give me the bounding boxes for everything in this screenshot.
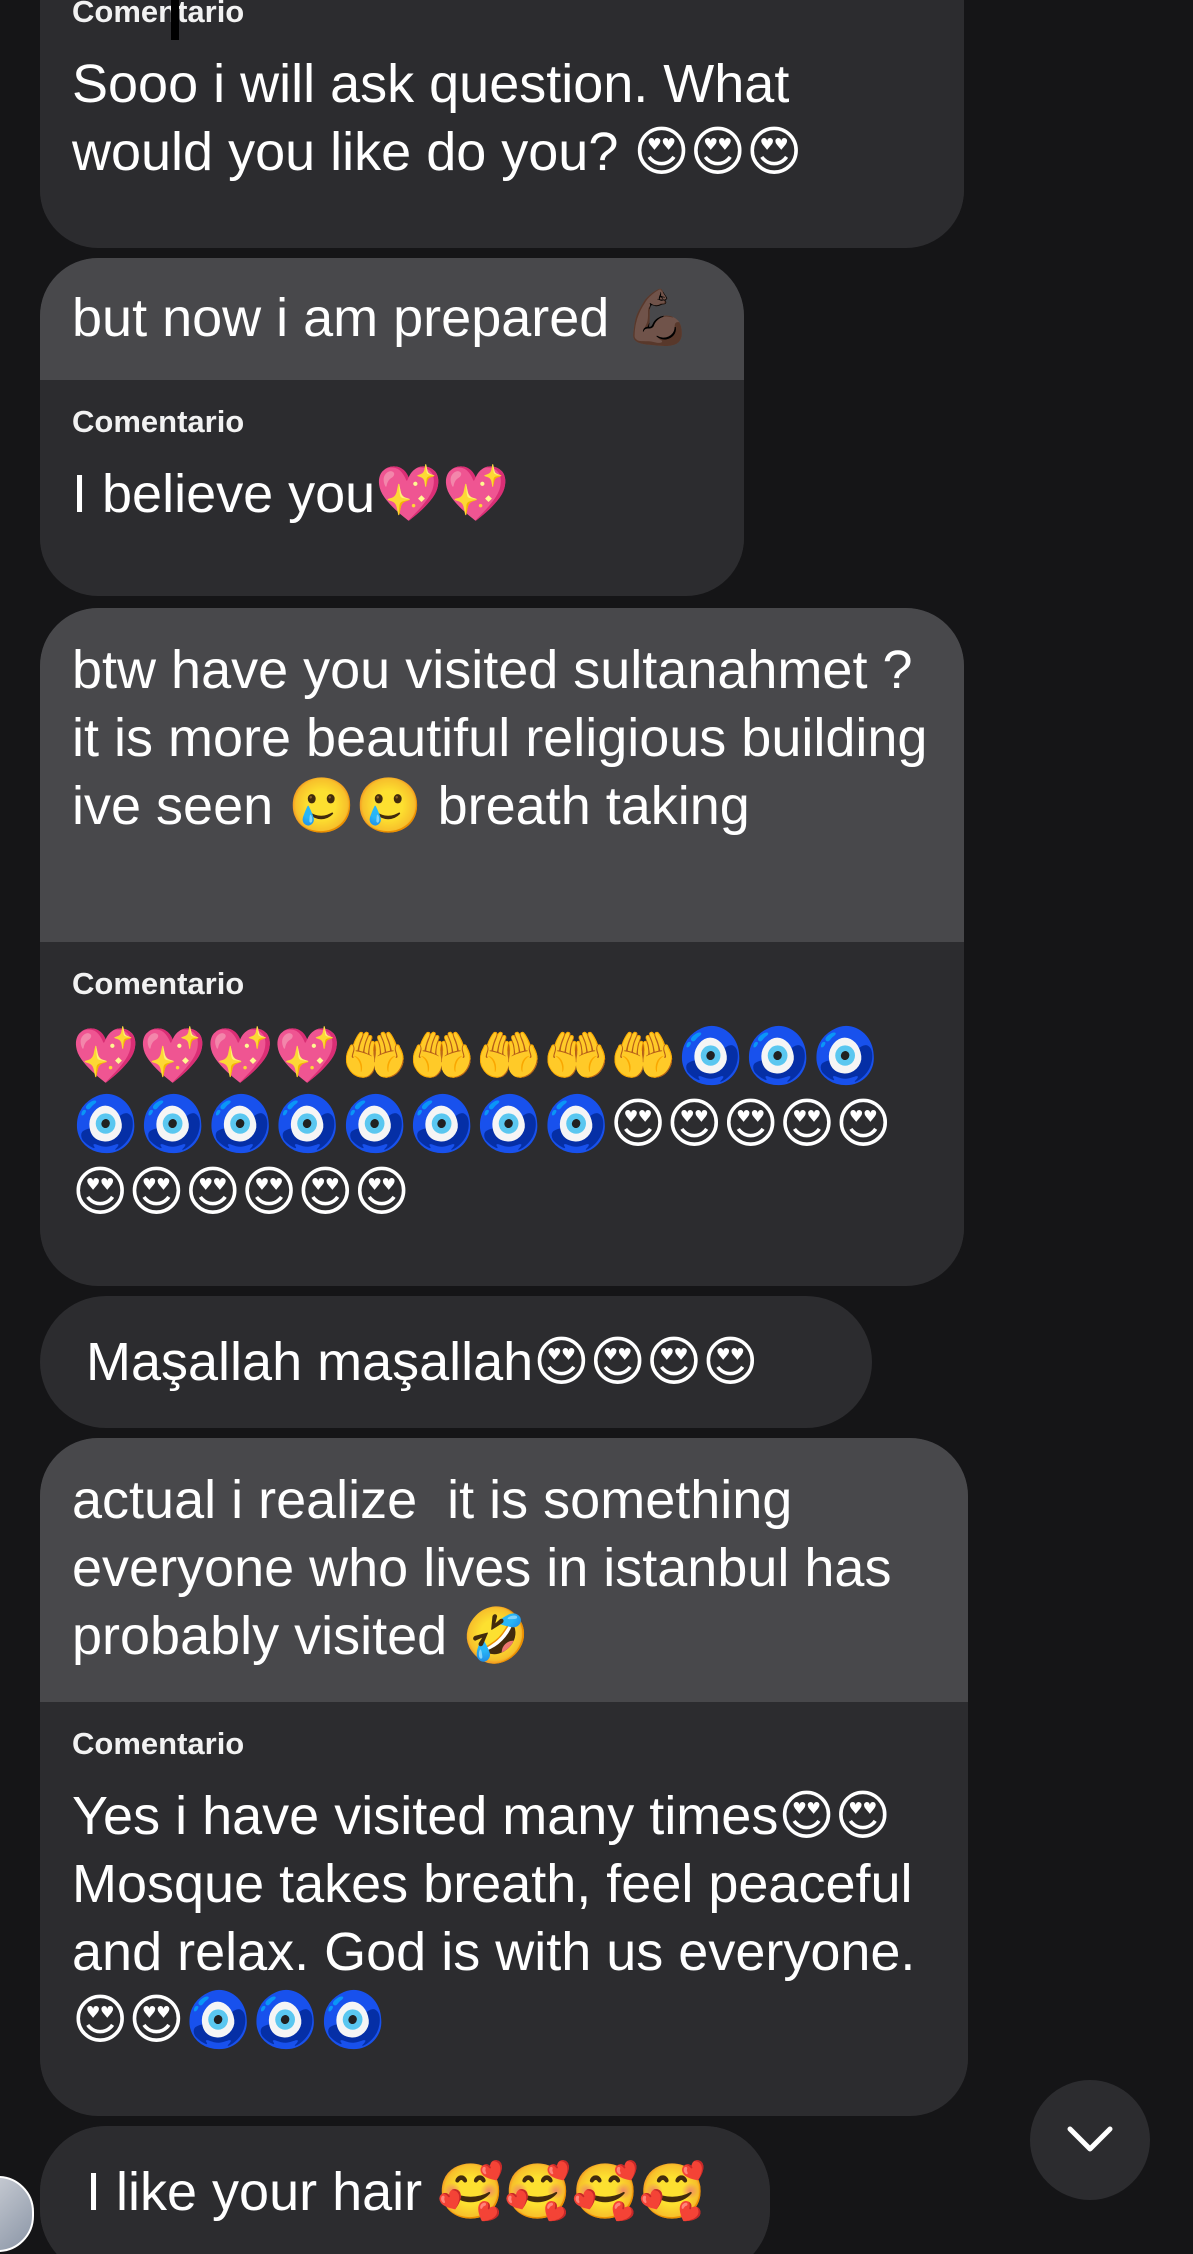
- avatar[interactable]: [0, 2176, 34, 2252]
- reply-section: Comentario Yes i have visited many times…: [40, 1702, 968, 2084]
- message-bubble-2[interactable]: but now i am prepared 💪🏿 Comentario I be…: [40, 258, 744, 596]
- reply-section: Comentario I believe you💖💖: [40, 380, 744, 558]
- message-bubble-6[interactable]: I like your hair 🥰🥰🥰🥰: [40, 2126, 770, 2254]
- scroll-to-bottom-button[interactable]: [1030, 2080, 1150, 2200]
- chevron-down-icon: [1067, 2126, 1113, 2152]
- reply-section: Comentario 💖💖💖💖🤲🤲🤲🤲🤲🧿🧿🧿🧿🧿🧿🧿🧿🧿🧿🧿😍😍😍😍😍😍😍😍😍…: [40, 942, 964, 1256]
- reply-label: Comentario: [72, 404, 245, 439]
- message-bubble-5[interactable]: actual i realize it is something everyon…: [40, 1438, 968, 2116]
- reply-text: 💖💖💖💖🤲🤲🤲🤲🤲🧿🧿🧿🧿🧿🧿🧿🧿🧿🧿🧿😍😍😍😍😍😍😍😍😍😍😍: [72, 1026, 892, 1222]
- chat-screen: Comentario Sooo i will ask question. Wha…: [0, 0, 1193, 2254]
- message-text: I like your hair 🥰🥰🥰🥰: [40, 2126, 770, 2254]
- reply-text: I believe you💖💖: [72, 464, 510, 524]
- reply-text: Yes i have visited many times😍😍 Mosque t…: [72, 1786, 931, 2050]
- quoted-message: actual i realize it is something everyon…: [40, 1438, 968, 1702]
- message-text: Maşallah maşallah😍😍😍😍: [40, 1296, 872, 1428]
- reply-label: Comentario: [72, 1726, 245, 1761]
- reply-label: Comentario: [72, 0, 245, 29]
- reply-text: Sooo i will ask question. What would you…: [72, 54, 805, 182]
- message-bubble-4[interactable]: Maşallah maşallah😍😍😍😍: [40, 1296, 872, 1428]
- reply-label: Comentario: [72, 966, 245, 1001]
- text-cursor: [171, 0, 179, 40]
- quoted-message: btw have you visited sultanahmet ? it is…: [40, 608, 964, 942]
- message-bubble-3[interactable]: btw have you visited sultanahmet ? it is…: [40, 608, 964, 1286]
- quoted-message: but now i am prepared 💪🏿: [40, 258, 744, 380]
